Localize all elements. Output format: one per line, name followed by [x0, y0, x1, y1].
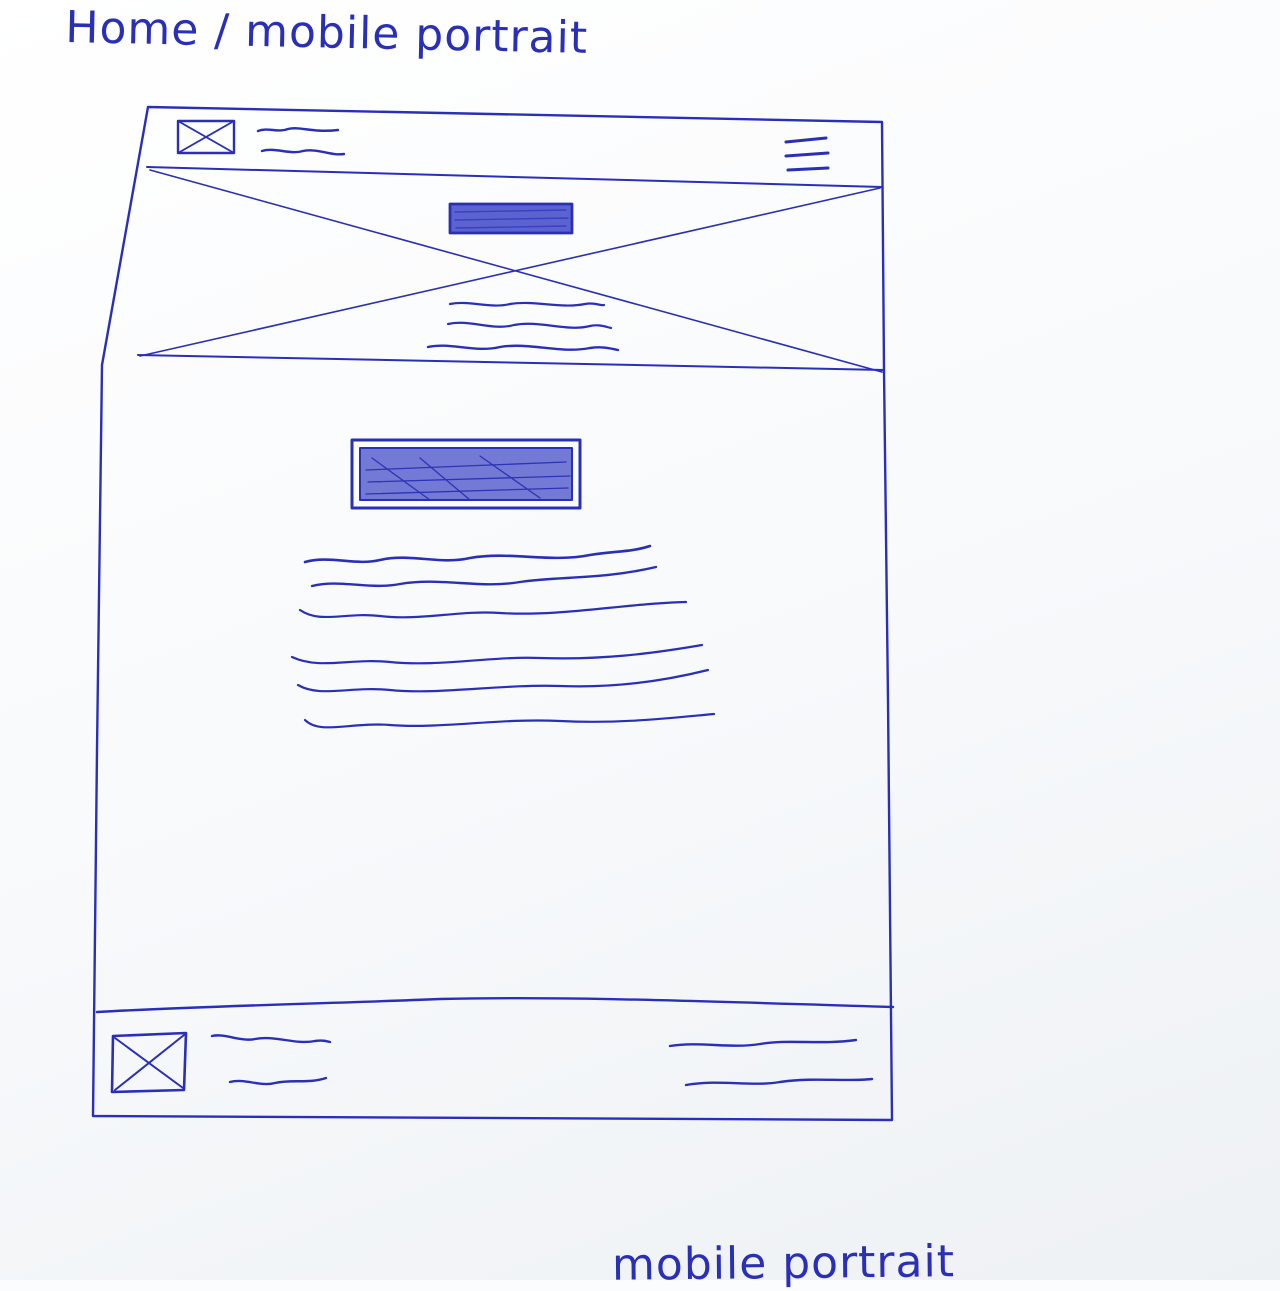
hero-cta-button[interactable] — [448, 202, 574, 235]
hero — [137, 169, 885, 373]
content-text-line — [303, 712, 716, 729]
content — [290, 438, 716, 729]
footer — [95, 996, 895, 1094]
wireframe-sketch — [91, 105, 895, 1122]
footer-text-line-right — [668, 1038, 858, 1048]
hamburger-menu-icon[interactable] — [784, 136, 830, 172]
footer-text-line-left — [228, 1076, 328, 1086]
header-text-line — [260, 148, 346, 156]
header — [146, 119, 883, 188]
header-text-line — [256, 127, 340, 133]
content-text-line — [290, 643, 704, 665]
content-text-line — [303, 544, 652, 564]
hero-text-line — [448, 301, 606, 307]
footer-text-line-right — [684, 1077, 874, 1087]
footer-divider — [95, 996, 895, 1014]
bottom-caption: mobile portrait — [611, 1236, 956, 1291]
content-text-line — [310, 565, 658, 588]
hero-text-line — [446, 321, 613, 330]
header-divider — [146, 166, 883, 188]
content-text-line — [296, 668, 710, 693]
footer-text-line-left — [210, 1034, 332, 1044]
content-text-line — [298, 600, 688, 619]
logo-image-placeholder-icon — [176, 119, 236, 155]
hero-divider — [137, 354, 885, 371]
footer-logo-image-placeholder-icon — [110, 1031, 188, 1094]
content-cta-button[interactable] — [350, 438, 582, 510]
hero-text-line — [426, 344, 620, 352]
